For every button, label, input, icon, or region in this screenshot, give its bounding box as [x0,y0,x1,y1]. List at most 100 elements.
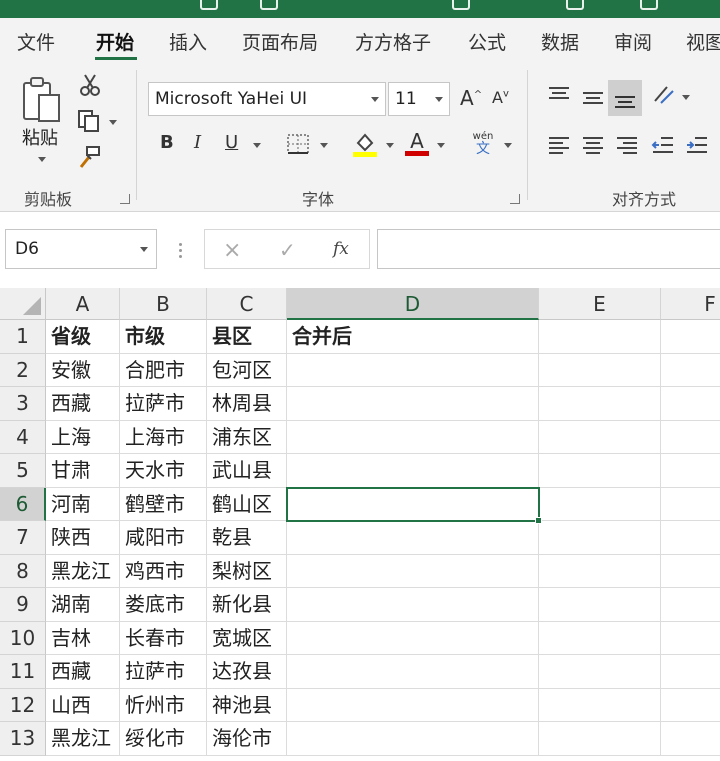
cell-f9[interactable] [661,588,720,622]
cell-b9[interactable]: 娄底市 [120,588,207,622]
cell-e8[interactable] [539,554,661,588]
underline-dropdown-icon[interactable] [253,143,261,148]
cell-b4[interactable]: 上海市 [120,420,207,454]
tab-view[interactable]: 视图 [686,28,720,55]
column-header-e[interactable]: E [539,288,661,320]
cell-c2[interactable]: 包河区 [207,353,287,387]
increase-indent-icon[interactable] [684,132,710,158]
fill-handle[interactable] [535,517,542,524]
cell-f13[interactable] [661,722,720,756]
font-size-select[interactable]: 11 [388,82,450,116]
cell-c1[interactable]: 县区 [207,320,287,354]
cell-a4[interactable]: 上海 [46,420,120,454]
orientation-dropdown-icon[interactable] [682,95,690,100]
text-orientation-icon[interactable] [650,82,678,108]
cell-c13[interactable]: 海伦市 [207,722,287,756]
font-color-button[interactable]: A [404,128,430,158]
phonetic-dropdown-icon[interactable] [504,143,512,148]
row-header-10[interactable]: 10 [0,621,46,655]
cell-a6[interactable]: 河南 [46,487,120,521]
align-center-icon[interactable] [580,132,606,158]
cell-a2[interactable]: 安徽 [46,353,120,387]
cell-c6[interactable]: 鹤山区 [207,487,287,521]
cell-a5[interactable]: 甘肃 [46,454,120,488]
font-color-dropdown-icon[interactable] [437,143,445,148]
copy-dropdown-icon[interactable] [109,120,117,125]
cell-e9[interactable] [539,588,661,622]
row-header-1[interactable]: 1 [0,320,46,354]
row-header-2[interactable]: 2 [0,353,46,387]
cell-f5[interactable] [661,454,720,488]
cell-f4[interactable] [661,421,720,454]
cell-d10[interactable] [287,621,539,655]
cell-a1[interactable]: 省级 [46,320,120,354]
align-middle-icon[interactable] [580,84,606,110]
cell-e13[interactable] [539,722,661,756]
cell-a13[interactable]: 黑龙江 [46,722,120,756]
cell-f10[interactable] [661,622,720,655]
insert-function-button[interactable]: fx [333,239,349,259]
font-launcher-icon[interactable] [510,194,520,204]
cell-d1[interactable]: 合并后 [287,320,539,354]
cell-c11[interactable]: 达孜县 [207,655,287,689]
cell-f6[interactable] [661,488,720,521]
bold-button[interactable]: B [160,132,174,153]
decrease-indent-icon[interactable] [650,132,676,158]
tab-page-layout[interactable]: 页面布局 [242,28,318,55]
cell-d3[interactable] [287,387,539,421]
tab-review[interactable]: 审阅 [614,28,652,55]
restore-icon[interactable] [640,0,658,10]
shrink-font-button[interactable]: Av [492,88,509,107]
row-header-13[interactable]: 13 [0,722,46,756]
cut-icon[interactable] [78,72,102,98]
borders-dropdown-icon[interactable] [320,143,328,148]
fill-color-icon[interactable] [352,130,378,158]
cell-b5[interactable]: 天水市 [120,454,207,488]
cell-e11[interactable] [539,655,661,689]
cell-b1[interactable]: 市级 [120,320,207,354]
tab-insert[interactable]: 插入 [169,28,207,55]
column-header-a[interactable]: A [46,288,120,320]
cell-e5[interactable] [539,454,661,488]
phonetic-guide-button[interactable]: wén 文 [468,128,498,160]
cell-f7[interactable] [661,521,720,555]
minimize-icon[interactable] [566,0,584,10]
tab-data[interactable]: 数据 [541,28,579,55]
cell-f8[interactable] [661,555,720,588]
cell-b10[interactable]: 长春市 [120,621,207,655]
cell-c5[interactable]: 武山县 [207,454,287,488]
row-header-11[interactable]: 11 [0,655,46,689]
cell-e6[interactable] [539,487,661,521]
cell-c12[interactable]: 神池县 [207,688,287,722]
cell-b2[interactable]: 合肥市 [120,353,207,387]
cell-d4[interactable] [287,420,539,454]
cell-d6[interactable] [287,487,539,521]
borders-icon[interactable] [285,132,311,156]
enter-icon[interactable]: ✓ [279,238,296,262]
align-bottom-icon[interactable] [608,80,642,116]
cell-a11[interactable]: 西藏 [46,655,120,689]
cell-f1[interactable] [661,320,720,354]
cell-e7[interactable] [539,521,661,555]
italic-button[interactable]: I [194,132,201,153]
cell-c7[interactable]: 乾县 [207,521,287,555]
row-header-6[interactable]: 6 [0,487,46,521]
clipboard-launcher-icon[interactable] [120,194,130,204]
paste-dropdown-icon[interactable] [38,157,46,162]
align-top-icon[interactable] [546,82,572,108]
cell-f3[interactable] [661,387,720,421]
row-header-4[interactable]: 4 [0,420,46,454]
tab-home[interactable]: 开始 [96,28,134,55]
tab-file[interactable]: 文件 [17,28,55,55]
row-header-3[interactable]: 3 [0,387,46,421]
cell-d13[interactable] [287,722,539,756]
row-header-12[interactable]: 12 [0,688,46,722]
cell-a3[interactable]: 西藏 [46,387,120,421]
cell-e10[interactable] [539,621,661,655]
cell-d8[interactable] [287,554,539,588]
cell-d9[interactable] [287,588,539,622]
cell-d11[interactable] [287,655,539,689]
cell-b8[interactable]: 鸡西市 [120,554,207,588]
select-all-button[interactable] [0,288,46,320]
format-painter-icon[interactable] [76,144,102,170]
